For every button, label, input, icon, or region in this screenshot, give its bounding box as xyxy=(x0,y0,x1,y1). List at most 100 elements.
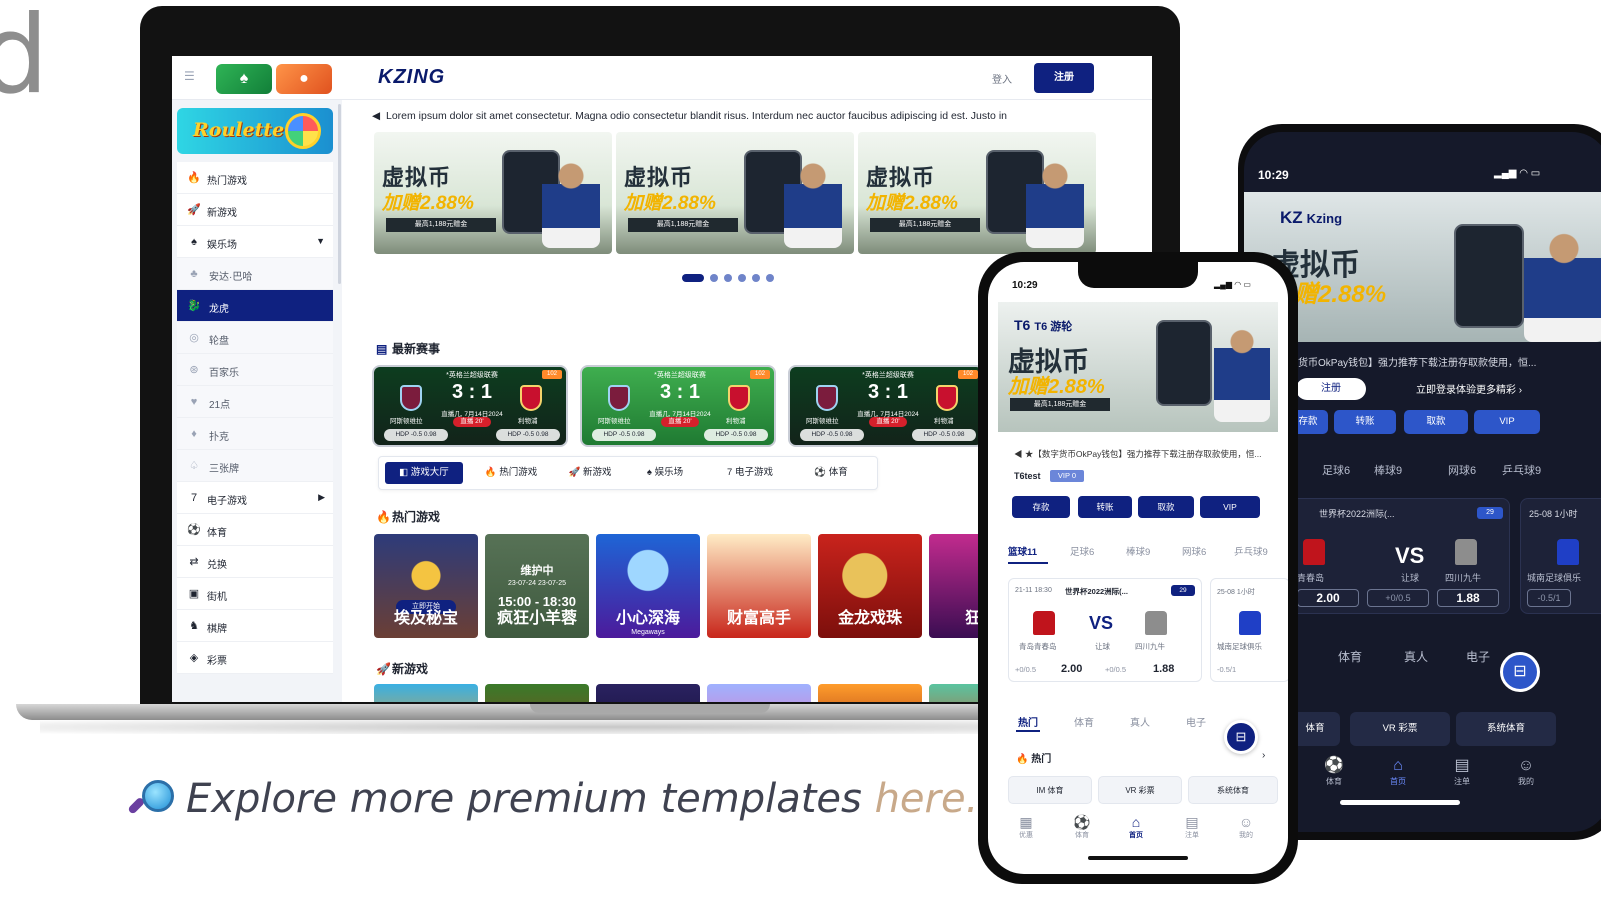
nav-item[interactable]: ⌂ 首页 xyxy=(1378,756,1418,787)
sport-tab[interactable]: 足球6 xyxy=(1322,462,1350,478)
home-odds[interactable]: HDP -0.5 0.98 xyxy=(800,429,864,441)
promo-banner[interactable]: 虚拟币 加赠2.88% 最高1,188元赠金 xyxy=(374,132,612,254)
sidebar-scrollbar[interactable] xyxy=(338,104,341,284)
sidebar-item[interactable]: ◎ 轮盘 xyxy=(177,322,333,354)
promo-banner[interactable]: 虚拟币 加赠2.88% 最高1,188元赠金 xyxy=(616,132,854,254)
sport-tab[interactable]: 棒球9 xyxy=(1374,462,1402,478)
sport-tab[interactable]: 网球6 xyxy=(1182,544,1206,558)
promo-carousel[interactable]: 虚拟币 加赠2.88% 最高1,188元赠金 虚拟币 加赠2.88% 最高1,188元赠金… xyxy=(374,132,1114,254)
register-button[interactable]: 注册 xyxy=(1034,63,1094,93)
explore-here-link[interactable]: here. xyxy=(875,776,979,822)
sidebar-item[interactable]: ♠ 娱乐场 ▼ xyxy=(177,226,333,258)
roulette-banner[interactable]: Roulette xyxy=(177,108,333,154)
new-game-tile[interactable] xyxy=(818,684,922,702)
nav-item[interactable]: ☺ 我的 xyxy=(1506,756,1546,787)
category-tab[interactable]: ◧ 游戏大厅 xyxy=(385,462,463,484)
sport-tab[interactable]: 网球6 xyxy=(1448,462,1476,478)
category-tab[interactable]: 体育 xyxy=(1338,648,1362,665)
category-tab[interactable]: 真人 xyxy=(1404,648,1428,665)
game-tile[interactable]: 财富高手 xyxy=(707,534,811,638)
sport-tab[interactable]: 篮球11 xyxy=(1008,544,1037,558)
away-odds[interactable]: HDP -0.5 0.98 xyxy=(704,429,768,441)
away-odds[interactable]: HDP -0.5 0.98 xyxy=(912,429,976,441)
wallet-button[interactable]: VIP xyxy=(1200,496,1260,518)
nav-item[interactable]: ☺ 我的 xyxy=(1226,814,1266,840)
category-tab[interactable]: ⚽ 体育 xyxy=(801,462,861,484)
match-card[interactable]: *英格兰超级联赛 102 3 : 1 直播几, 7月14日2024 直播 20' 阿斯顿维… xyxy=(372,365,568,447)
sport-tab[interactable]: 乒乓球9 xyxy=(1234,544,1268,558)
category-tab[interactable]: 体育 xyxy=(1074,714,1094,729)
match-card[interactable]: 25-08 1小时 城南足球俱乐 -0.5/1 xyxy=(1210,578,1288,682)
shopping-bag-icon[interactable]: ⊟ xyxy=(1224,720,1258,754)
sidebar-item[interactable]: 🚀 新游戏 xyxy=(177,194,333,226)
category-tab[interactable]: 电子 xyxy=(1186,714,1206,729)
provider-chip[interactable]: VR 彩票 xyxy=(1350,712,1450,746)
wallet-button[interactable]: 存款 xyxy=(1012,496,1070,518)
category-tab[interactable]: 电子 xyxy=(1466,648,1490,665)
sidebar-item[interactable]: ⊛ 百家乐 xyxy=(177,354,333,386)
category-tab[interactable]: 🔥 热门游戏 xyxy=(473,462,549,484)
category-tab[interactable]: 🚀 新游戏 xyxy=(557,462,623,484)
wallet-button[interactable]: 转账 xyxy=(1078,496,1132,518)
wallet-button[interactable]: 取款 xyxy=(1404,410,1468,434)
sidebar-item[interactable]: 🐉 龙虎 xyxy=(177,290,333,322)
carousel-dot[interactable] xyxy=(738,274,746,282)
new-game-tile[interactable] xyxy=(374,684,478,702)
basketball-game-chip[interactable]: ● xyxy=(276,64,332,94)
home-odds[interactable]: HDP -0.5 0.98 xyxy=(592,429,656,441)
sidebar-item[interactable]: ♞ 棋牌 xyxy=(177,610,333,642)
site-logo[interactable]: KZING xyxy=(378,66,445,89)
sidebar-item[interactable]: ♦ 扑克 xyxy=(177,418,333,450)
nav-item[interactable]: ⚽ 体育 xyxy=(1062,814,1102,840)
hdp-odd[interactable]: -0.5/1 xyxy=(1217,665,1236,674)
new-game-tile[interactable] xyxy=(596,684,700,702)
cards-game-chip[interactable]: ♠ xyxy=(216,64,272,94)
game-tile[interactable]: 金龙戏珠 xyxy=(818,534,922,638)
carousel-dot[interactable] xyxy=(766,274,774,282)
nav-item[interactable]: ⌂ 首页 xyxy=(1116,814,1156,840)
sidebar-item[interactable]: 🔥 热门游戏 xyxy=(177,162,333,194)
carousel-dot[interactable] xyxy=(682,274,704,282)
carousel-dot[interactable] xyxy=(710,274,718,282)
game-tile[interactable]: 小心深海 Megaways xyxy=(596,534,700,638)
match-card[interactable]: 世界杯2022洲际(... 29 VS 青春岛 让球 四川九牛 2.00 +0/… xyxy=(1288,498,1510,614)
match-card[interactable]: *英格兰超级联赛 102 3 : 1 直播几, 7月14日2024 直播 20' 阿斯顿维… xyxy=(788,365,984,447)
wallet-button[interactable]: VIP xyxy=(1474,410,1540,434)
sidebar-item[interactable]: ♣ 安达·巴哈 xyxy=(177,258,333,290)
game-tile[interactable]: 立即开始 埃及秘宝 xyxy=(374,534,478,638)
sidebar-item[interactable]: ♥ 21点 xyxy=(177,386,333,418)
shopping-bag-icon[interactable]: ⊟ xyxy=(1500,652,1540,692)
wallet-button[interactable]: 转账 xyxy=(1334,410,1396,434)
category-tab[interactable]: 热门 xyxy=(1018,714,1038,729)
away-odd[interactable]: 1.88 xyxy=(1153,663,1174,675)
game-tile[interactable]: 维护中 23-07-24 23-07-25 15:00 - 18:30 疯狂小羊蓉 xyxy=(485,534,589,638)
sport-tab[interactable]: 足球6 xyxy=(1070,544,1094,558)
sport-tab[interactable]: 乒乓球9 xyxy=(1502,462,1541,478)
hdp-odd[interactable]: -0.5/1 xyxy=(1527,589,1571,607)
chevron-right-icon[interactable]: › xyxy=(1262,750,1265,761)
sidebar-item[interactable]: ⇄ 兑换 xyxy=(177,546,333,578)
sidebar-item[interactable]: ♤ 三张牌 xyxy=(177,450,333,482)
provider-chip[interactable]: VR 彩票 xyxy=(1098,776,1182,804)
menu-icon[interactable]: ☰ xyxy=(184,70,196,82)
nav-item[interactable]: ▤ 注单 xyxy=(1172,814,1212,840)
nav-item[interactable]: ▤ 注单 xyxy=(1442,756,1482,787)
away-odds[interactable]: HDP -0.5 0.98 xyxy=(496,429,560,441)
provider-chip[interactable]: 系统体育 xyxy=(1456,712,1556,746)
promo-banner[interactable]: 虚拟币 加赠2.88% 最高1,188元赠金 xyxy=(858,132,1096,254)
carousel-dot[interactable] xyxy=(752,274,760,282)
home-odd[interactable]: 2.00 xyxy=(1061,663,1082,675)
wallet-button[interactable]: 取款 xyxy=(1138,496,1194,518)
promo-text[interactable]: 立即登录体验更多精彩 › xyxy=(1416,381,1522,396)
sidebar-item[interactable]: ▣ 街机 xyxy=(177,578,333,610)
category-tab[interactable]: 7 电子游戏 xyxy=(707,462,793,484)
match-card[interactable]: *英格兰超级联赛 102 3 : 1 直播几, 7月14日2024 直播 20' 阿斯顿维… xyxy=(580,365,776,447)
nav-item[interactable]: ▦ 优惠 xyxy=(1006,814,1046,840)
nav-item[interactable]: ⚽ 体育 xyxy=(1314,756,1354,787)
match-card[interactable]: 25-08 1小时 城南足球俱乐 -0.5/1 xyxy=(1520,498,1601,614)
sidebar-item[interactable]: ◈ 彩票 xyxy=(177,642,333,674)
new-game-tile[interactable] xyxy=(707,684,811,702)
category-tab[interactable]: ♠ 娱乐场 xyxy=(631,462,699,484)
provider-chip[interactable]: 系统体育 xyxy=(1188,776,1278,804)
carousel-dot[interactable] xyxy=(724,274,732,282)
